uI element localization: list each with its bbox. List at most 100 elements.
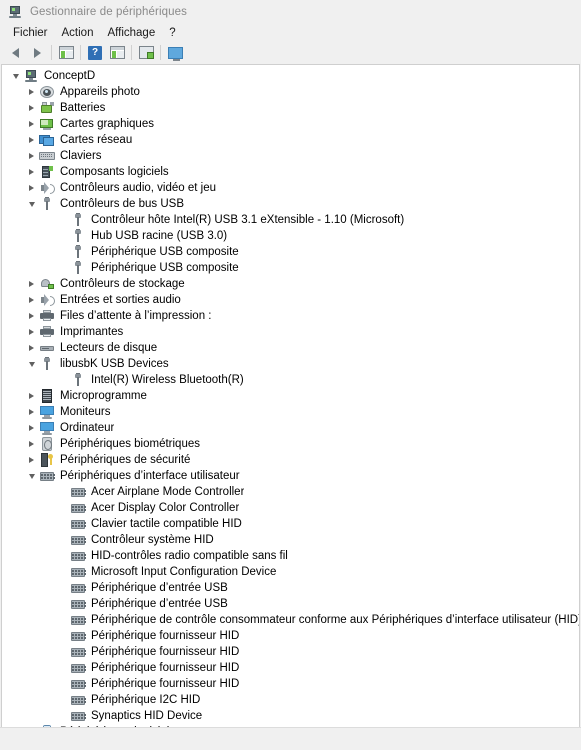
- arrow-right-icon: [33, 47, 41, 58]
- toolbar-separator: [80, 45, 81, 60]
- tree-row[interactable]: Files d’attente à l’impression :: [2, 308, 579, 324]
- tree-row[interactable]: Cartes réseau: [2, 132, 579, 148]
- tree-row[interactable]: Contrôleurs de stockage: [2, 276, 579, 292]
- tree-row[interactable]: Périphérique fournisseur HID: [2, 644, 579, 660]
- menu-item-action[interactable]: Action: [55, 26, 101, 40]
- tree-row[interactable]: Clavier tactile compatible HID: [2, 516, 579, 532]
- tree-row[interactable]: Périphériques logiciels: [2, 724, 579, 727]
- arrow-left-icon: [11, 47, 19, 58]
- tree-row[interactable]: Contrôleur hôte Intel(R) USB 3.1 eXtensi…: [2, 212, 579, 228]
- chevron-right-icon[interactable]: [24, 164, 39, 180]
- tree-row-label: Périphérique USB composite: [91, 262, 239, 274]
- forward-button[interactable]: [26, 43, 48, 62]
- tree-row[interactable]: Contrôleurs audio, vidéo et jeu: [2, 180, 579, 196]
- tree-row-label: Ordinateur: [60, 422, 115, 434]
- tree-row[interactable]: Entrées et sorties audio: [2, 292, 579, 308]
- tree-row[interactable]: HID-contrôles radio compatible sans fil: [2, 548, 579, 564]
- chevron-right-icon[interactable]: [24, 276, 39, 292]
- show-hidden-button[interactable]: [106, 43, 128, 62]
- window-title: Gestionnaire de périphériques: [30, 5, 187, 18]
- tree-row[interactable]: Microsoft Input Configuration Device: [2, 564, 579, 580]
- tree-row[interactable]: Périphérique USB composite: [2, 260, 579, 276]
- chevron-right-icon[interactable]: [24, 420, 39, 436]
- tree-row[interactable]: Ordinateur: [2, 420, 579, 436]
- storage-controller-icon: [39, 276, 55, 292]
- menu-bar: Fichier Action Affichage ?: [0, 23, 581, 42]
- tree-row[interactable]: Périphérique d’entrée USB: [2, 596, 579, 612]
- chevron-down-icon[interactable]: [8, 68, 23, 84]
- tree-row-label: Périphériques de sécurité: [60, 454, 191, 466]
- tree-row[interactable]: Cartes graphiques: [2, 116, 579, 132]
- chevron-right-icon[interactable]: [24, 724, 39, 727]
- tree-row-label: Contrôleurs de stockage: [60, 278, 185, 290]
- chevron-right-icon[interactable]: [24, 148, 39, 164]
- chevron-down-icon[interactable]: [24, 196, 39, 212]
- tree-row-label: Files d’attente à l’impression :: [60, 310, 212, 322]
- hid-icon: [70, 628, 86, 644]
- chevron-right-icon[interactable]: [24, 340, 39, 356]
- tree-row[interactable]: Périphériques de sécurité: [2, 452, 579, 468]
- chevron-right-icon[interactable]: [24, 132, 39, 148]
- biometric-icon: [39, 436, 55, 452]
- tree-row[interactable]: Périphérique d’entrée USB: [2, 580, 579, 596]
- tree-row[interactable]: Périphérique fournisseur HID: [2, 660, 579, 676]
- device-tree-panel[interactable]: ConceptD Appareils photo Batteries Cartes g…: [1, 64, 580, 727]
- tree-row[interactable]: Appareils photo: [2, 84, 579, 100]
- chevron-right-icon[interactable]: [24, 116, 39, 132]
- keyboard-icon: [39, 148, 55, 164]
- tree-row[interactable]: Acer Airplane Mode Controller: [2, 484, 579, 500]
- tree-row[interactable]: Microprogramme: [2, 388, 579, 404]
- usb-icon: [70, 212, 86, 228]
- tree-row[interactable]: Périphérique fournisseur HID: [2, 676, 579, 692]
- tree-row[interactable]: Hub USB racine (USB 3.0): [2, 228, 579, 244]
- tree-row[interactable]: Périphérique USB composite: [2, 244, 579, 260]
- tree-row[interactable]: Contrôleur système HID: [2, 532, 579, 548]
- hid-icon: [70, 532, 86, 548]
- tree-row[interactable]: Batteries: [2, 100, 579, 116]
- scan-hardware-changes-button[interactable]: [135, 43, 157, 62]
- tree-row[interactable]: Périphérique I2C HID: [2, 692, 579, 708]
- tree-row[interactable]: Contrôleurs de bus USB: [2, 196, 579, 212]
- tree-row[interactable]: ConceptD: [2, 68, 579, 84]
- tree-row[interactable]: Périphériques biométriques: [2, 436, 579, 452]
- tree-row[interactable]: Périphérique de contrôle consommateur co…: [2, 612, 579, 628]
- tree-row[interactable]: Moniteurs: [2, 404, 579, 420]
- monitor-icon: [39, 404, 55, 420]
- monitor-icon: [39, 420, 55, 436]
- tree-row[interactable]: Périphériques d’interface utilisateur: [2, 468, 579, 484]
- menu-item-fichier[interactable]: Fichier: [6, 26, 55, 40]
- chevron-right-icon[interactable]: [24, 404, 39, 420]
- back-button[interactable]: [4, 43, 26, 62]
- title-bar: Gestionnaire de périphériques: [0, 0, 581, 23]
- chevron-down-icon[interactable]: [24, 356, 39, 372]
- update-driver-button[interactable]: [164, 43, 186, 62]
- tree-row[interactable]: Intel(R) Wireless Bluetooth(R): [2, 372, 579, 388]
- menu-item-help[interactable]: ?: [162, 26, 182, 40]
- hid-icon: [70, 484, 86, 500]
- chevron-right-icon[interactable]: [24, 180, 39, 196]
- tree-row[interactable]: libusbK USB Devices: [2, 356, 579, 372]
- tree-row[interactable]: Claviers: [2, 148, 579, 164]
- tree-row[interactable]: Imprimantes: [2, 324, 579, 340]
- chevron-right-icon[interactable]: [24, 308, 39, 324]
- chevron-right-icon[interactable]: [24, 324, 39, 340]
- chevron-right-icon[interactable]: [24, 100, 39, 116]
- chevron-right-icon[interactable]: [24, 452, 39, 468]
- chevron-right-icon[interactable]: [24, 84, 39, 100]
- chevron-right-icon[interactable]: [24, 388, 39, 404]
- tree-row[interactable]: Composants logiciels: [2, 164, 579, 180]
- tree-row-label: Lecteurs de disque: [60, 342, 158, 354]
- properties-button[interactable]: [55, 43, 77, 62]
- tree-row[interactable]: Synaptics HID Device: [2, 708, 579, 724]
- help-button[interactable]: ?: [84, 43, 106, 62]
- tree-row-label: Périphérique d’entrée USB: [91, 582, 228, 594]
- chevron-down-icon[interactable]: [24, 468, 39, 484]
- chevron-right-icon[interactable]: [24, 292, 39, 308]
- menu-item-affichage[interactable]: Affichage: [100, 26, 162, 40]
- tree-row[interactable]: Acer Display Color Controller: [2, 500, 579, 516]
- tree-row[interactable]: Périphérique fournisseur HID: [2, 628, 579, 644]
- tree-row[interactable]: Lecteurs de disque: [2, 340, 579, 356]
- chevron-right-icon[interactable]: [24, 436, 39, 452]
